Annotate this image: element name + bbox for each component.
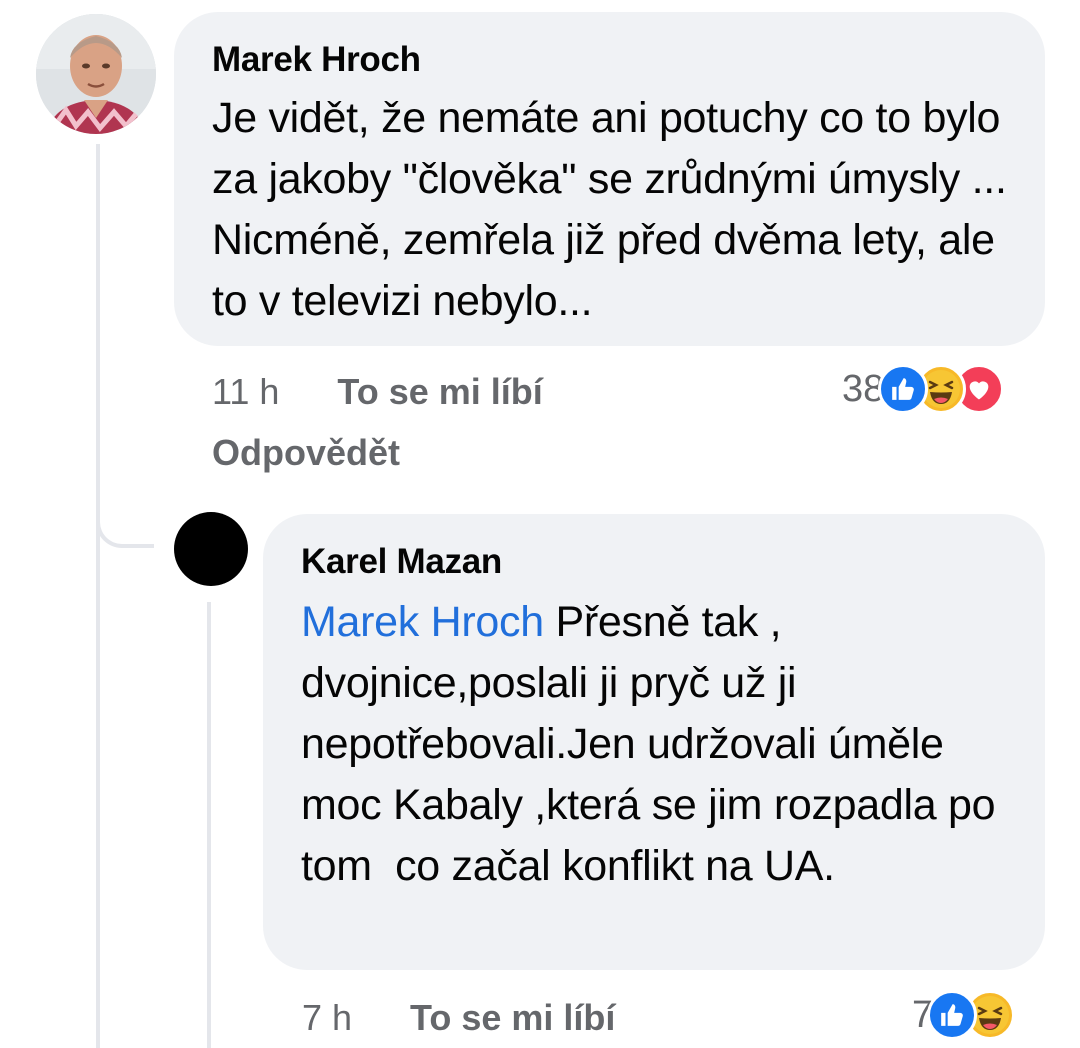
like-icon <box>878 364 929 414</box>
avatar-karel-mazan[interactable] <box>174 512 248 586</box>
like-icon <box>927 990 978 1040</box>
comment-text: Marek Hroch Přesně tak , dvojnice,poslal… <box>301 592 1001 897</box>
comment-bubble-2: Karel Mazan Marek Hroch Přesně tak , dvo… <box>263 514 1045 970</box>
comment-time[interactable]: 11 h <box>212 372 279 412</box>
like-button[interactable]: To se mi líbí <box>410 998 615 1038</box>
reaction-summary-1[interactable]: 38 <box>842 364 1005 414</box>
reply-button[interactable]: Odpovědět <box>212 432 400 474</box>
thread-line-elbow <box>96 520 154 548</box>
comment-meta-2: 7 h To se mi líbí <box>302 998 615 1038</box>
profile-photo-icon <box>36 14 156 134</box>
comment-bubble-1: Marek Hroch Je vidět, že nemáte ani potu… <box>174 12 1045 346</box>
comment-time[interactable]: 7 h <box>302 998 352 1038</box>
thread-line-main <box>96 144 100 1048</box>
like-button[interactable]: To se mi líbí <box>337 372 542 412</box>
reaction-summary-2[interactable]: 7 <box>912 990 1016 1040</box>
comment-text: Je vidět, že nemáte ani potuchy co to by… <box>212 94 1019 325</box>
thread-line-reply <box>207 602 211 1048</box>
avatar-marek-hroch[interactable] <box>36 14 156 134</box>
comment-author[interactable]: Karel Mazan <box>301 542 1007 582</box>
comment-meta-1: 11 h To se mi líbí <box>212 372 543 412</box>
comment-author[interactable]: Marek Hroch <box>212 40 1007 80</box>
mention-link[interactable]: Marek Hroch <box>301 598 544 646</box>
